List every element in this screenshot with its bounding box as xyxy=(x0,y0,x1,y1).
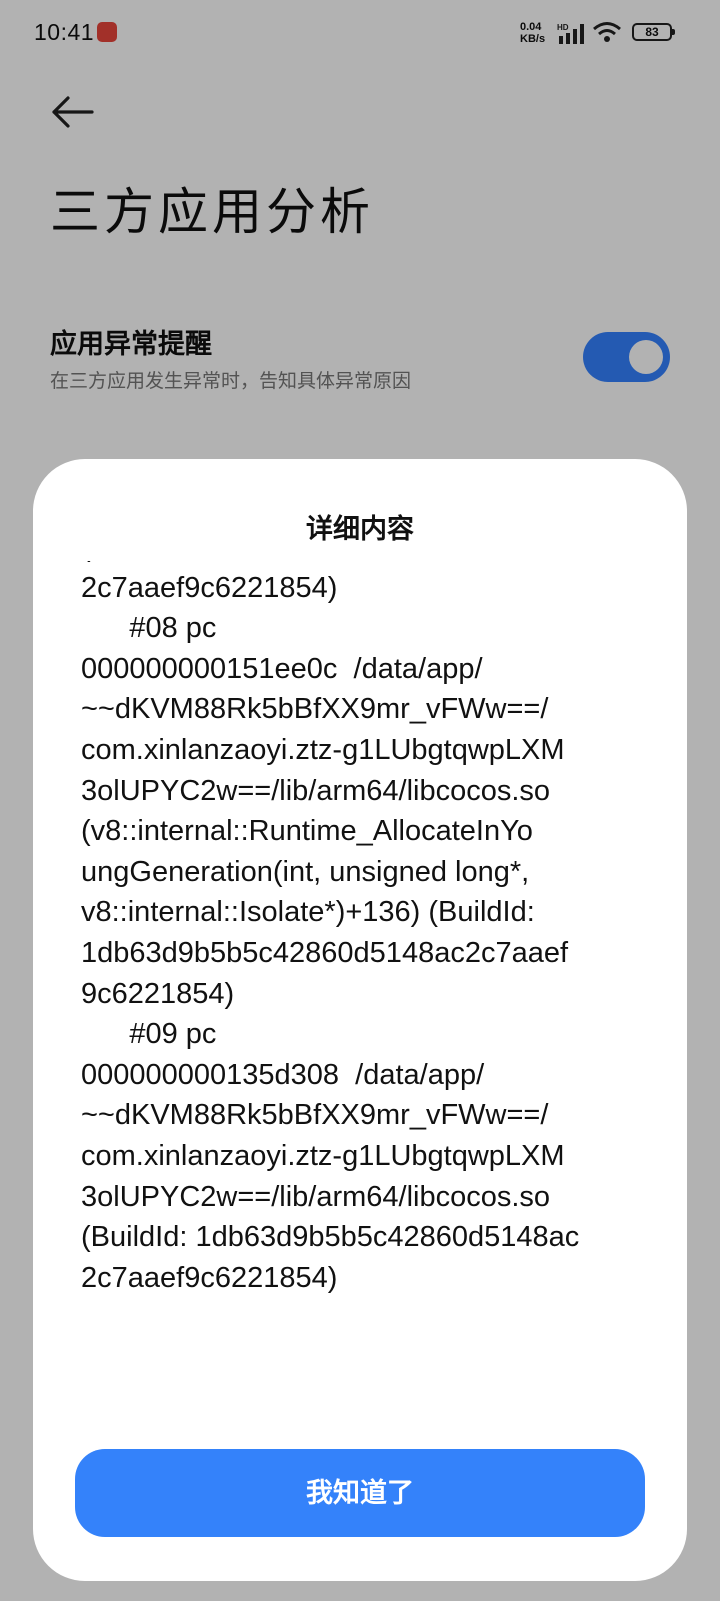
log-line: 9c6221854) xyxy=(81,977,235,1010)
detail-dialog: 详细内容 (BuildId: 1db63d9b5b5c42860d5148ac 2… xyxy=(33,459,687,1581)
log-scroll-area[interactable]: (BuildId: 1db63d9b5b5c42860d5148ac 2c7aae… xyxy=(81,561,651,1381)
log-line: #08 pc xyxy=(81,612,217,645)
log-line: ~~dKVM88Rk5bBfXX9mr_vFWw==/ xyxy=(81,1099,549,1132)
dialog-title: 详细内容 xyxy=(306,514,414,545)
log-line: (BuildId: 1db63d9b5b5c42860d5148ac xyxy=(81,561,651,568)
log-line: 2c7aaef9c6221854) xyxy=(81,1261,338,1294)
log-line: ~~dKVM88Rk5bBfXX9mr_vFWw==/ xyxy=(81,693,549,726)
log-line: com.xinlanzaoyi.ztz-g1LUbgtqwpLXM xyxy=(81,733,565,766)
log-line: 000000000151ee0c /data/app/ xyxy=(81,652,483,685)
log-line: #09 pc xyxy=(81,1018,217,1051)
log-line: 3olUPYC2w==/lib/arm64/libcocos.so xyxy=(81,1180,551,1213)
got-it-button[interactable]: 我知道了 xyxy=(75,1449,645,1537)
log-line: (v8::internal::Runtime_AllocateInYo xyxy=(81,815,533,848)
log-line: 2c7aaef9c6221854) xyxy=(81,571,338,604)
log-line: 3olUPYC2w==/lib/arm64/libcocos.so xyxy=(81,774,551,807)
crash-log-text: (BuildId: 1db63d9b5b5c42860d5148ac 2c7aae… xyxy=(81,561,651,1298)
log-line: v8::internal::Isolate*)+136) (BuildId: xyxy=(81,896,535,929)
log-line: ungGeneration(int, unsigned long*, xyxy=(81,855,530,888)
log-line: 000000000135d308 /data/app/ xyxy=(81,1058,485,1091)
log-line: 1db63d9b5b5c42860d5148ac2c7aaef xyxy=(81,936,569,969)
log-line: com.xinlanzaoyi.ztz-g1LUbgtqwpLXM xyxy=(81,1139,565,1172)
log-line: (BuildId: 1db63d9b5b5c42860d5148ac xyxy=(81,1221,580,1254)
